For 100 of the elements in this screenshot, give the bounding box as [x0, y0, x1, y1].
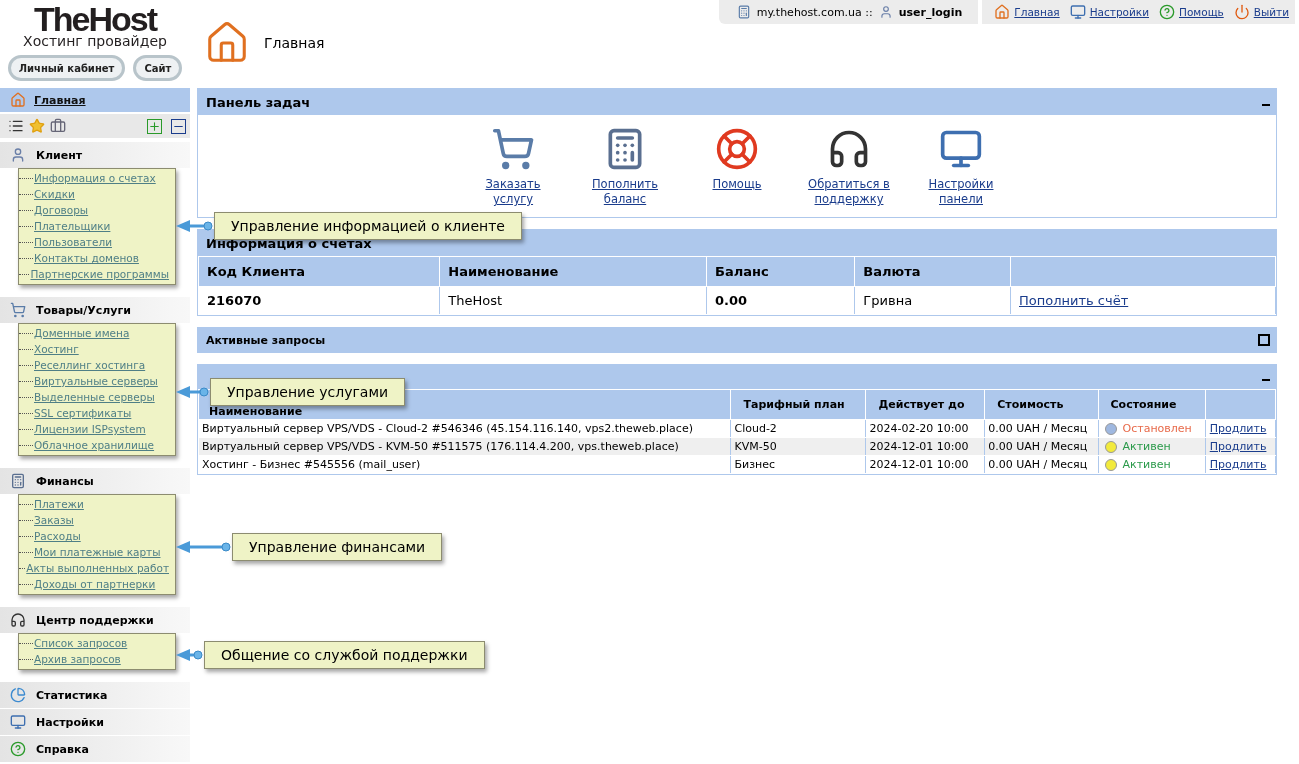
sidebar-section[interactable]: Настройки: [0, 709, 190, 735]
expand-all-icon[interactable]: [147, 118, 162, 134]
sidebar-section[interactable]: Финансы: [0, 468, 190, 494]
table-cell: 2024-12-01 10:00: [865, 437, 985, 456]
sidebar-section[interactable]: Справка: [0, 736, 190, 762]
table-cell: Cloud-2: [731, 419, 866, 438]
table-cell: TheHost: [439, 286, 707, 315]
submenu-link[interactable]: Виртуальные серверы: [34, 375, 158, 387]
monitor-icon: [10, 714, 26, 730]
submenu-link[interactable]: Мои платежные карты: [34, 546, 161, 558]
cart-icon: [491, 127, 535, 171]
column-header: Тарифный план: [731, 389, 866, 420]
callout-arrow: [176, 540, 232, 554]
column-header: Стоимость: [984, 389, 1099, 420]
table-cell: 216070: [198, 286, 440, 315]
column-header: Код Клиента: [198, 256, 440, 287]
panel-title: Панель задач: [206, 94, 311, 110]
submenu-link[interactable]: Партнерские программы: [30, 268, 169, 280]
column-header: Действует до: [865, 389, 985, 420]
submenu-link[interactable]: Контакты доменов: [34, 252, 139, 264]
sidebar-home-link[interactable]: Главная: [34, 93, 86, 107]
submenu-link[interactable]: Акты выполненных работ: [26, 562, 169, 574]
sidebar-section[interactable]: Клиент: [0, 142, 190, 168]
sidebar-section[interactable]: Товары/Услуги: [0, 297, 190, 323]
header-button[interactable]: Личный кабинет: [7, 55, 126, 81]
callout-note: Управление услугами: [210, 378, 406, 406]
submenu-link[interactable]: Облачное хранилище: [34, 439, 155, 451]
status-text: Остановлен: [1122, 422, 1192, 435]
cart-icon: [10, 302, 26, 318]
column-header: Состояние: [1098, 389, 1206, 420]
top-link[interactable]: Главная: [994, 4, 1060, 20]
callout-arrow: [176, 648, 204, 662]
column-header: Баланс: [706, 256, 855, 287]
table-cell: 0.00 UAH / Месяц: [984, 455, 1099, 474]
user-icon: [878, 5, 893, 19]
submenu-link[interactable]: Информация о счетах: [34, 172, 156, 184]
submenu-link[interactable]: Доменные имена: [34, 327, 130, 339]
user-icon: [10, 147, 26, 163]
submenu-link[interactable]: Скидки: [34, 188, 75, 200]
collapse-all-icon[interactable]: [171, 118, 186, 134]
header-button[interactable]: Сайт: [133, 55, 183, 81]
dashboard-action[interactable]: Настройки панели: [918, 127, 1004, 207]
submenu-link[interactable]: Договоры: [34, 204, 89, 216]
status-text: Активен: [1122, 458, 1171, 471]
table-cell: 2024-12-01 10:00: [865, 455, 985, 474]
dashboard-action[interactable]: Заказать услугу: [470, 127, 556, 207]
callout-note: Управление финансами: [232, 533, 443, 561]
callout-note: Управление информацией о клиенте: [214, 212, 522, 240]
briefcase-icon[interactable]: [50, 118, 66, 134]
submenu-link[interactable]: Выделенные серверы: [34, 391, 155, 403]
submenu-link[interactable]: Архив запросов: [34, 653, 121, 665]
callout-arrow: [176, 385, 210, 399]
table-cell: Бизнес: [731, 455, 866, 474]
top-link[interactable]: Настройки: [1069, 4, 1149, 20]
submenu-link[interactable]: Заказы: [34, 514, 74, 526]
dashboard-action[interactable]: Обратиться в поддержку: [806, 127, 892, 207]
submenu-link[interactable]: Расходы: [34, 530, 81, 542]
top-link[interactable]: Выйти: [1233, 4, 1289, 20]
monitor-icon: [1069, 4, 1086, 20]
submenu-link[interactable]: Реселлинг хостинга: [34, 359, 146, 371]
table-cell: 0.00: [706, 286, 855, 315]
submenu-link[interactable]: Платежи: [34, 498, 84, 510]
user-login: user_login: [898, 5, 963, 19]
submenu-link[interactable]: Плательщики: [34, 220, 111, 232]
table-cell: KVM-50: [731, 437, 866, 456]
table-cell: Виртуальный сервер VPS/VDS - Cloud-2 #546346 (45.154.116.140, vps2.theweb.place): [198, 419, 731, 438]
submenu-link[interactable]: Доходы от партнерки: [34, 578, 156, 590]
sidebar-section[interactable]: Центр поддержки: [0, 607, 190, 633]
submenu-link[interactable]: Лицензии ISPsystem: [34, 423, 146, 435]
power-icon: [1233, 4, 1250, 20]
table-cell: 0.00 UAH / Месяц: [984, 419, 1099, 438]
submenu-link[interactable]: SSL сертификаты: [34, 407, 132, 419]
calculator-icon: [736, 5, 751, 19]
submenu-link[interactable]: Пользователи: [34, 236, 112, 248]
list-icon[interactable]: [8, 118, 24, 134]
logo-tagline: Хостинг провайдер: [23, 34, 167, 49]
dashboard-action[interactable]: Помощь: [694, 127, 780, 207]
status-text: Активен: [1122, 440, 1171, 453]
table-cell: Гривна: [854, 286, 1011, 315]
host-name: my.thehost.com.ua ::: [756, 5, 873, 19]
submenu-link[interactable]: Хостинг: [34, 343, 79, 355]
home-icon: [994, 4, 1011, 20]
page-title: Главная: [264, 35, 325, 51]
column-header: Наименование: [439, 256, 707, 287]
toggle-icon[interactable]: [1258, 334, 1270, 346]
headset-icon: [10, 612, 26, 628]
top-link[interactable]: Помощь: [1159, 4, 1224, 20]
star-icon[interactable]: [29, 118, 45, 134]
table-cell: 0.00 UAH / Месяц: [984, 437, 1099, 456]
callout-arrow: [176, 219, 214, 233]
submenu-link[interactable]: Список запросов: [34, 637, 128, 649]
column-header: Валюта: [854, 256, 1011, 287]
table-cell: Виртуальный сервер VPS/VDS - KVM-50 #511575 (176.114.4.200, vps.theweb.place): [198, 437, 731, 456]
help-icon: [10, 741, 26, 757]
sidebar-section[interactable]: Статистика: [0, 682, 190, 708]
lifebuoy-icon: [715, 127, 759, 171]
panel-title: Активные запросы: [206, 333, 326, 347]
dashboard-action[interactable]: Пополнить баланс: [582, 127, 668, 207]
table-cell: 2024-02-20 10:00: [865, 419, 985, 438]
logo-name: TheHost: [34, 4, 156, 34]
